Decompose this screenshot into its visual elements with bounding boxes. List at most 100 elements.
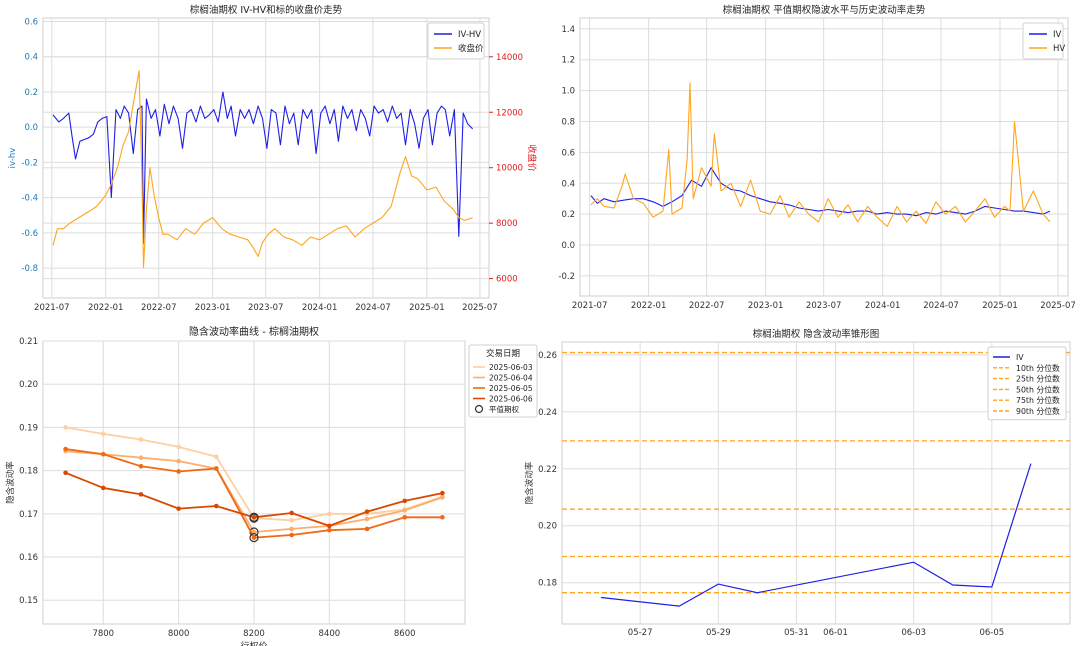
legend-label: IV-HV	[458, 30, 481, 40]
data-point	[214, 503, 219, 509]
y-tick-label: 0.17	[19, 510, 38, 520]
c3-chart: 7800 8000 8200 8400 8600 0.15 0.16 0.17 0.18 0.19…	[5, 325, 538, 646]
legend-label: 10th 分位数	[1016, 363, 1060, 373]
legend-label: IV	[1053, 30, 1062, 40]
legend-label: 2025-06-05	[489, 384, 533, 393]
legend-label: 90th 分位数	[1016, 406, 1060, 416]
data-point	[289, 526, 294, 532]
y-tick-label: 0.18	[19, 467, 38, 477]
y-axis-label: iv-hv	[8, 148, 18, 169]
legend-label: 2025-06-03	[489, 363, 533, 372]
y-tick-label: 0.22	[538, 465, 557, 475]
x-tick-label: 2023-07	[806, 301, 842, 311]
data-point	[176, 469, 181, 474]
x-tick-label: 2022-01	[88, 303, 124, 313]
x-tick-label: 2022-07	[689, 301, 725, 311]
y-tick-label: 1.4	[561, 25, 575, 35]
data-point	[402, 514, 408, 520]
x-tick-label: 2022-01	[631, 301, 667, 311]
data-point	[289, 518, 294, 523]
c2-chart: 2021-07 2022-01 2022-07 2023-01 2023-07 2024-…	[558, 4, 1075, 311]
data-point	[63, 425, 68, 430]
y-tick-label: 0.26	[538, 351, 557, 361]
data-point	[251, 514, 257, 520]
y-tick-label: -0.2	[558, 272, 575, 282]
x-tick-label: 06-03	[901, 628, 926, 638]
y-axis-label: 隐含波动率	[524, 461, 535, 504]
data-point	[214, 466, 219, 471]
data-point	[251, 535, 257, 540]
data-point	[440, 514, 445, 520]
x-tick-label: 2021-07	[34, 303, 70, 313]
data-point	[327, 523, 332, 529]
y-right-tick-label: 6000	[496, 275, 518, 285]
c4-chart: 05-27 05-29 05-31 06-01 06-03 06-05 0.18 0.20 0.…	[524, 328, 1071, 638]
y-tick-label: 0.4	[24, 53, 38, 63]
y-tick-label: -0.4	[21, 194, 38, 204]
data-point	[100, 485, 106, 491]
data-point	[364, 526, 370, 532]
chart-title: 棕榈油期权 IV-HV和标的收盘价走势	[190, 4, 343, 16]
legend-label: 50th 分位数	[1016, 384, 1060, 394]
legend-label: HV	[1053, 44, 1065, 54]
y-tick-label: 0.15	[19, 596, 38, 606]
legend-label: IV	[1016, 353, 1024, 362]
x-tick-label: 8400	[319, 629, 341, 639]
x-tick-label: 2024-01	[302, 303, 338, 313]
y-tick-label: -0.2	[21, 158, 38, 168]
chart-title: 棕榈油期权 平值期权隐波水平与历史波动率走势	[723, 4, 926, 16]
y-tick-label: 0.0	[561, 241, 575, 251]
x-tick-label: 2023-01	[748, 301, 784, 311]
data-point	[402, 508, 408, 513]
data-point	[364, 516, 370, 522]
y-tick-label: 0.21	[19, 337, 38, 347]
legend-title: 交易日期	[486, 348, 520, 359]
data-point	[138, 437, 144, 442]
x-tick-label: 8000	[168, 629, 190, 639]
y-tick-label: -0.6	[21, 229, 38, 239]
data-point	[327, 511, 332, 517]
legend-label: 2025-06-06	[489, 395, 533, 404]
c1-chart: 2021-07 2022-01 2022-07 2023-01 2023-07 2024-…	[8, 4, 538, 313]
data-point	[63, 446, 68, 452]
y-tick-label: 1.2	[561, 56, 575, 66]
y-right-tick-label: 14000	[496, 53, 523, 63]
y-right-axis-label: 收盘价	[526, 144, 538, 171]
data-point	[176, 506, 181, 511]
data-point	[440, 490, 445, 496]
x-tick-label: 2025-01	[982, 301, 1018, 311]
data-point	[214, 454, 219, 460]
legend-label: 平值期权	[489, 404, 519, 414]
legend-label: 25th 分位数	[1016, 374, 1060, 384]
data-point	[327, 527, 332, 533]
y-tick-label: 0.6	[561, 148, 575, 158]
data-point	[364, 509, 370, 514]
x-tick-label: 05-29	[706, 628, 731, 638]
x-axis-label: 行权价	[240, 640, 267, 646]
x-tick-label: 2025-01	[409, 303, 445, 313]
chart-title: 隐含波动率曲线 - 棕榈油期权	[189, 325, 319, 338]
data-point	[138, 455, 144, 460]
x-tick-label: 2023-01	[195, 303, 231, 313]
data-point	[402, 498, 408, 504]
x-tick-label: 8200	[243, 629, 265, 639]
y-right-tick-label: 10000	[496, 164, 523, 174]
y-tick-label: 0.6	[24, 18, 38, 28]
y-tick-label: 0.2	[561, 210, 575, 220]
y-tick-label: 0.0	[24, 123, 38, 133]
x-tick-label: 2021-07	[572, 301, 608, 311]
y-tick-label: 0.24	[538, 408, 557, 418]
x-tick-label: 7800	[92, 629, 114, 639]
data-point	[100, 451, 106, 457]
dashboard-canvas: 2021-07 2022-01 2022-07 2023-01 2023-07 2024-…	[5, 4, 1076, 646]
y-axis-label: 隐含波动率	[5, 461, 16, 504]
data-point	[100, 431, 106, 437]
x-tick-label: 2022-07	[141, 303, 177, 313]
x-tick-label: 2025-07	[462, 303, 498, 313]
x-tick-label: 06-05	[979, 628, 1004, 638]
y-tick-label: 0.2	[24, 88, 38, 98]
legend-label: 收盘价	[458, 43, 484, 54]
data-point	[440, 495, 445, 500]
x-tick-label: 2024-01	[865, 301, 901, 311]
y-tick-label: 0.8	[561, 117, 575, 127]
